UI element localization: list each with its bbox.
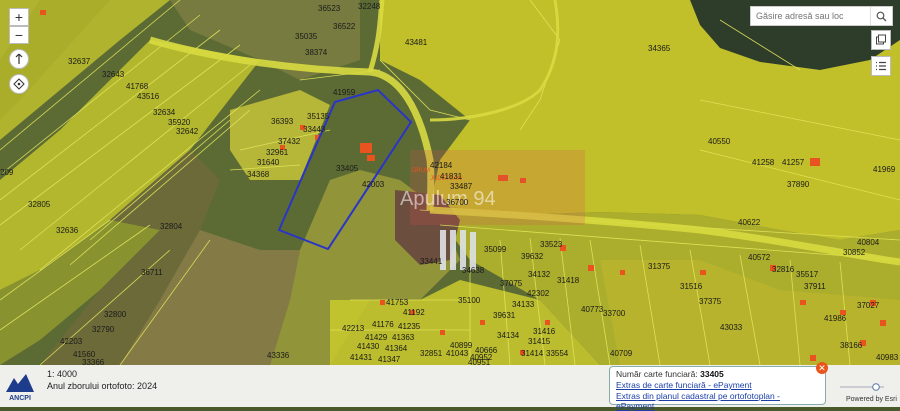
cf-number: 33405 [700,369,724,379]
compass-button[interactable] [9,49,29,69]
address-search[interactable] [750,6,893,26]
search-icon [876,11,887,21]
zoom-in-button[interactable]: + [9,8,29,26]
locate-button[interactable] [9,74,29,94]
list-icon [876,61,886,71]
esri-attribution[interactable]: Powered by Esri [846,396,897,403]
cadastral-plan-link[interactable]: Extras din planul cadastral pe ortofotop… [616,391,819,411]
ancpi-logo: ANCPI [6,374,34,402]
search-input[interactable] [751,7,871,25]
popup-close-button[interactable]: ✕ [816,362,828,374]
cf-row: Număr carte funciară: 33405 [616,369,819,379]
parcel-popup: Număr carte funciară: 33405 Extras de ca… [609,366,826,411]
cf-label: Număr carte funciară: [616,369,698,379]
watermark-text: Apulum 94 [400,188,496,210]
ortho-year: Anul zborului ortofoto: 2024 [47,381,158,391]
basemap-button[interactable] [871,30,891,50]
road-label: JUDETEAN [430,176,462,182]
layers-icon [876,34,886,45]
map-scale: 1: 4000 [47,369,78,379]
cadastral-map[interactable]: Apulum 94 DRUM JUDETEAN [0,0,900,407]
opacity-slider[interactable] [840,383,888,391]
cf-extract-link[interactable]: Extras de carte funciară - ePayment [616,380,819,390]
road-label: DRUM [412,168,430,174]
svg-text:ANCPI: ANCPI [9,395,31,402]
north-arrow-icon [15,53,23,64]
zoom-out-button[interactable]: − [9,26,29,44]
locate-icon [13,78,25,90]
search-button[interactable] [870,7,892,25]
layer-list-button[interactable] [871,56,891,76]
